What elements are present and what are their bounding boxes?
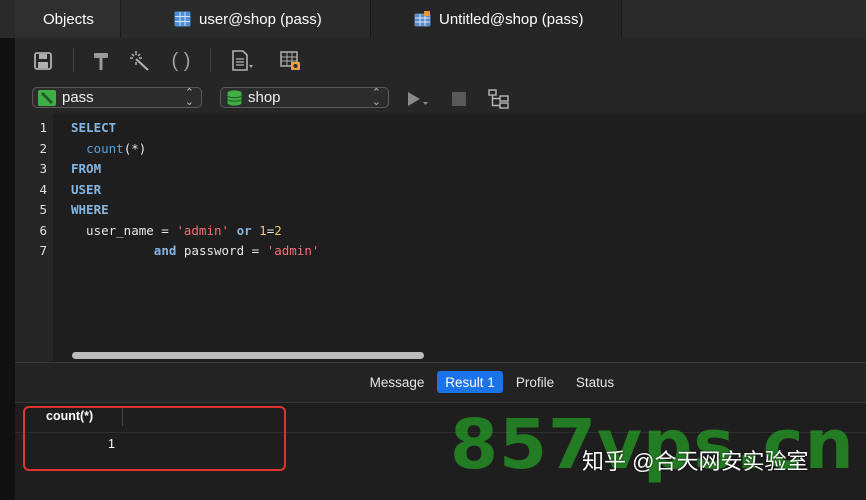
sql-function: count (86, 141, 124, 156)
sql-string: 'admin' (176, 223, 230, 238)
code-line: count(*) (71, 141, 146, 156)
connection-selector-row: pass ⌃ ⌄ shop ⌃ ⌄ (15, 84, 866, 114)
code-line: user_name = 'admin' or 1=2 (71, 223, 282, 238)
code-snippet-icon[interactable] (230, 48, 256, 74)
sql-number: 1 (259, 223, 267, 238)
tab-objects[interactable]: Objects (15, 0, 121, 38)
line-number: 5 (39, 202, 47, 217)
sql-keyword: SELECT (71, 120, 117, 135)
sql-keyword: and (153, 243, 177, 258)
line-number: 7 (39, 243, 47, 258)
line-number: 1 (39, 120, 47, 135)
tab-label: Objects (43, 10, 94, 28)
line-number: 4 (39, 182, 47, 197)
database-icon (227, 89, 242, 106)
tab-bar: Objects user@shop (pass) Untitled@shop (… (0, 0, 866, 38)
line-number: 3 (39, 161, 47, 176)
database-select[interactable]: shop ⌃ ⌄ (220, 87, 389, 108)
connection-select[interactable]: pass ⌃ ⌄ (32, 87, 202, 108)
tab-profile[interactable]: Profile (508, 371, 562, 393)
tab-message[interactable]: Message (364, 371, 430, 393)
code-line: and password = 'admin' (71, 243, 320, 258)
code-line: WHERE (71, 202, 109, 217)
chevron-updown-icon: ⌃ ⌄ (184, 87, 194, 108)
code-line: SELECT (71, 120, 116, 135)
sql-keyword: FROM (71, 161, 102, 176)
chevron-updown-icon: ⌃ ⌄ (371, 87, 381, 108)
sql-number: 2 (274, 223, 282, 238)
connection-label: pass (62, 89, 94, 106)
connection-icon (38, 89, 56, 106)
save-icon[interactable] (30, 48, 56, 74)
code-line: USER (71, 182, 101, 197)
sql-keyword: or (236, 223, 252, 238)
tab-result-1[interactable]: Result 1 (437, 371, 503, 393)
code-text: (*) (123, 141, 147, 156)
code-text: password = (176, 243, 267, 258)
watermark-credit: 知乎 @合天网安实验室 (582, 449, 809, 474)
highlight-annotation-box (23, 406, 286, 471)
code-line: FROM (71, 161, 101, 176)
line-number: 6 (39, 223, 47, 238)
build-hammer-icon[interactable] (88, 48, 114, 74)
run-play-icon[interactable] (405, 86, 431, 112)
tab-user-shop[interactable]: user@shop (pass) (121, 0, 371, 38)
horizontal-scrollbar[interactable] (72, 352, 424, 359)
query-table-icon (414, 11, 431, 27)
sql-keyword: WHERE (71, 202, 109, 217)
line-number: 2 (39, 141, 47, 156)
tab-untitled-shop[interactable]: Untitled@shop (pass) (371, 0, 622, 38)
code-text: user_name = (71, 223, 177, 238)
toolbar-divider (73, 48, 74, 72)
tab-status[interactable]: Status (569, 371, 621, 393)
stop-icon[interactable] (446, 86, 472, 112)
explain-table-icon[interactable] (278, 48, 304, 74)
left-panel-strip (0, 0, 15, 500)
beautify-wand-icon[interactable] (127, 48, 153, 74)
database-label: shop (248, 89, 281, 106)
sql-keyword: USER (71, 182, 102, 197)
tab-label: Untitled@shop (pass) (439, 10, 584, 28)
tab-label: user@shop (pass) (199, 10, 322, 28)
explain-plan-icon[interactable] (486, 86, 512, 112)
parentheses-icon[interactable]: ( ) (168, 48, 194, 74)
table-icon (174, 11, 191, 27)
toolbar-divider (210, 48, 211, 72)
sql-string: 'admin' (266, 243, 320, 258)
query-toolbar: ( ) (15, 38, 866, 84)
